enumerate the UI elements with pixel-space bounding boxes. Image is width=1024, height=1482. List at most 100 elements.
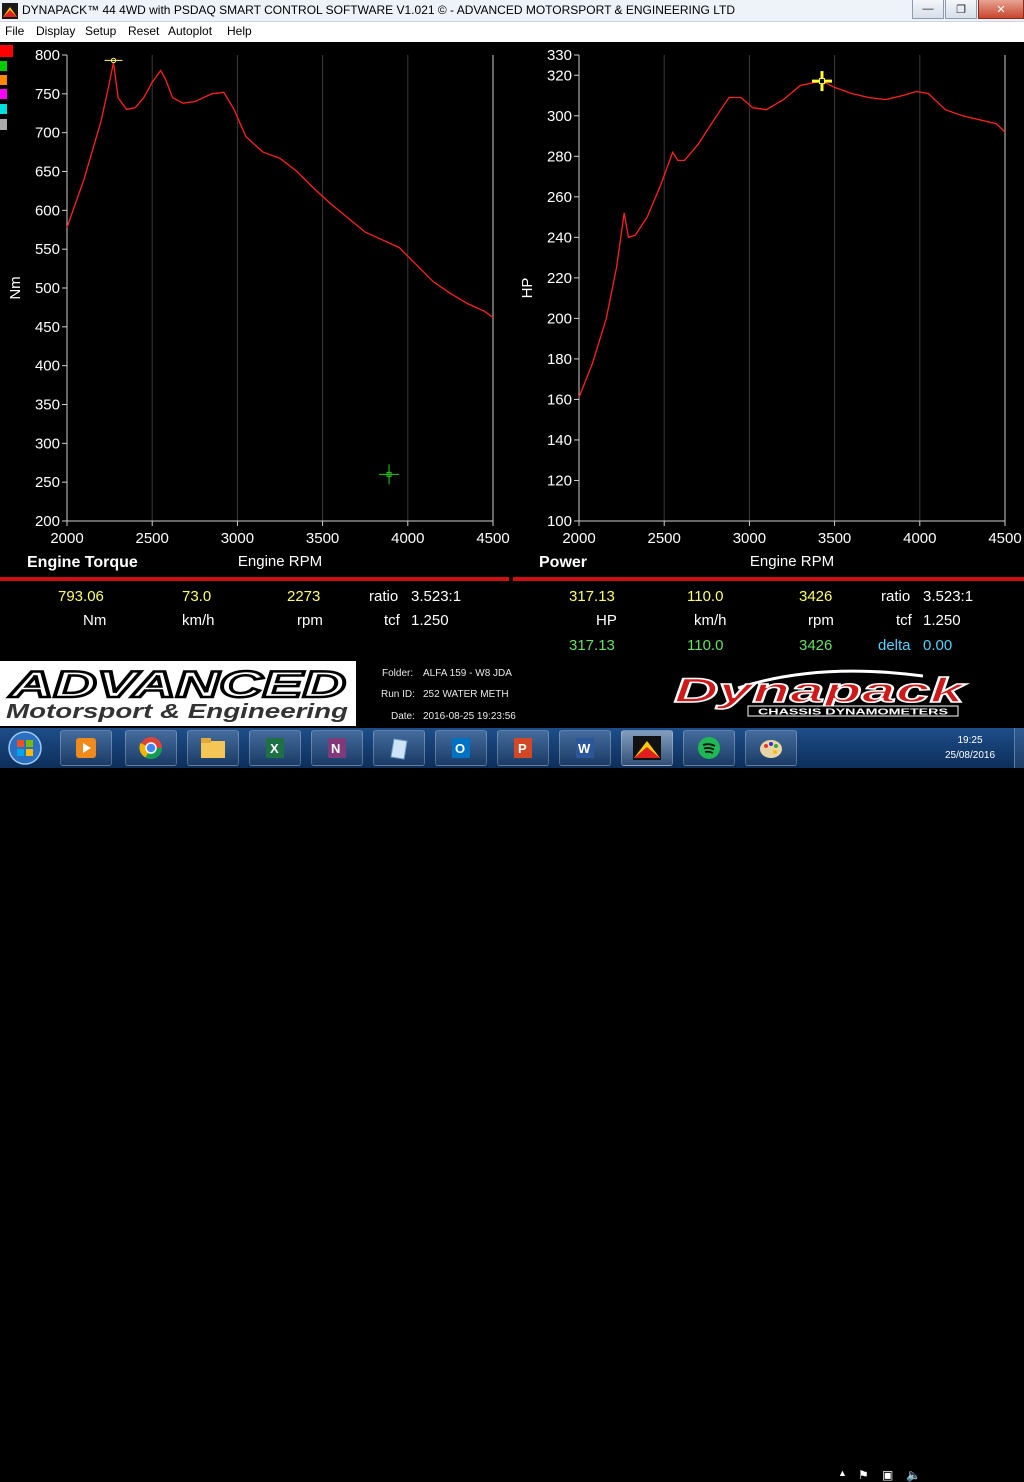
taskbar-notes[interactable]	[373, 730, 425, 766]
advanced-logo-graphic: ADVANCED Motorsport & Engineering	[6, 663, 348, 723]
power-rpm-unit: rpm	[808, 612, 834, 629]
menu-reset[interactable]: Reset	[128, 24, 159, 38]
power-rpm: 3426	[799, 588, 833, 605]
svg-text:O: O	[455, 741, 465, 756]
power-speed: 110.0	[687, 588, 724, 605]
y-tick-label: 120	[547, 472, 572, 489]
menu-help[interactable]: Help	[227, 24, 252, 38]
y-tick-label: 400	[35, 358, 60, 375]
y-tick-label: 140	[547, 432, 572, 449]
taskbar-onenote[interactable]: N	[311, 730, 363, 766]
y-tick-label: 700	[35, 125, 60, 142]
taskbar-explorer[interactable]	[187, 730, 239, 766]
spotify-icon	[698, 737, 720, 759]
power-tcf: 1.250	[923, 612, 961, 629]
y-tick-label: 200	[35, 513, 60, 530]
close-button[interactable]: ✕	[978, 0, 1024, 19]
menu-autoplot[interactable]: Autoplot	[168, 24, 212, 38]
x-tick-label: 4000	[903, 530, 936, 547]
peak-cursor-box	[818, 78, 825, 85]
y-tick-label: 300	[35, 435, 60, 452]
menu-setup[interactable]: Setup	[85, 24, 116, 38]
menu-display[interactable]: Display	[36, 24, 75, 38]
divider-gap	[509, 577, 513, 581]
y-tick-label: 180	[547, 351, 572, 368]
tray-expand-icon[interactable]: ▲	[838, 1468, 847, 1478]
power-speed-unit: km/h	[694, 612, 727, 629]
maximize-button[interactable]: ❐	[945, 0, 977, 19]
x-axis-label: Engine RPM	[750, 553, 834, 570]
taskbar-excel[interactable]: X	[249, 730, 301, 766]
taskbar-spotify[interactable]	[683, 730, 735, 766]
power-value-2: 317.13	[569, 637, 615, 654]
svg-text:X: X	[270, 741, 279, 756]
x-tick-label: 3500	[306, 530, 339, 547]
torque-rpm-unit: rpm	[297, 612, 323, 629]
taskbar-powerpoint[interactable]: P	[497, 730, 549, 766]
y-tick-label: 450	[35, 319, 60, 336]
power-rpm-2: 3426	[799, 637, 833, 654]
x-tick-label: 2000	[562, 530, 595, 547]
taskbar-paint[interactable]	[745, 730, 797, 766]
series-line	[578, 80, 1006, 398]
x-tick-label: 2500	[136, 530, 169, 547]
y-tick-label: 220	[547, 270, 572, 287]
dynapack-app-icon[interactable]	[2, 3, 18, 19]
plot-area: 3303203002802602402202001801601401201002…	[519, 47, 1022, 570]
torque-tcf: 1.250	[411, 612, 449, 629]
folder-label: Folder:	[382, 668, 414, 679]
y-tick-label: 600	[35, 202, 60, 219]
date-value: 2016-08-25 19:23:56	[423, 711, 516, 722]
torque-value: 793.06	[58, 588, 104, 605]
flag-icon[interactable]: ⚑	[858, 1468, 869, 1482]
y-tick-label: 800	[35, 47, 60, 64]
y-tick-label: 280	[547, 148, 572, 165]
y-tick-label: 260	[547, 189, 572, 206]
taskbar-outlook[interactable]: O	[435, 730, 487, 766]
power-chart[interactable]: 3303203002802602402202001801601401201002…	[512, 42, 1024, 578]
taskbar-word[interactable]: W	[559, 730, 611, 766]
dynapack-tagline: CHASSIS DYNAMOMETERS	[758, 708, 949, 717]
taskbar-chrome[interactable]	[125, 730, 177, 766]
torque-ratio: 3.523:1	[411, 588, 462, 605]
x-tick-label: 4500	[988, 530, 1021, 547]
y-tick-label: 160	[547, 391, 572, 408]
word-icon: W	[576, 738, 594, 758]
advanced-logo: ADVANCED Motorsport & Engineering	[0, 661, 356, 726]
start-orb-icon[interactable]	[6, 730, 44, 766]
y-tick-label: 300	[547, 108, 572, 125]
media-player-icon	[76, 738, 96, 758]
power-speed-2: 110.0	[687, 637, 724, 654]
y-tick-label: 330	[547, 47, 572, 64]
minimize-button[interactable]: —	[912, 0, 944, 19]
torque-unit: Nm	[83, 612, 107, 629]
y-tick-label: 550	[35, 241, 60, 258]
date-label: Date:	[391, 711, 415, 722]
volume-icon[interactable]: 🔈	[906, 1468, 921, 1482]
outlook-icon: O	[452, 738, 470, 758]
network-icon[interactable]: ▣	[882, 1468, 893, 1482]
svg-text:P: P	[518, 741, 527, 756]
menu-file[interactable]: File	[5, 24, 24, 38]
torque-ratio-label: ratio	[369, 588, 399, 605]
taskbar-clock[interactable]: 19:25 25/08/2016	[938, 733, 1002, 763]
show-desktop-button[interactable]	[1014, 728, 1024, 768]
torque-chart[interactable]: 8007507006506005505004504003503002502002…	[0, 42, 512, 578]
taskbar-media-player[interactable]	[60, 730, 112, 766]
power-delta: 0.00	[923, 637, 953, 654]
plot-area: 8007507006506005505004504003503002502002…	[7, 47, 510, 570]
power-ratio-label: ratio	[881, 588, 911, 605]
excel-icon: X	[266, 738, 284, 758]
power-unit: HP	[596, 612, 617, 629]
runid-label: Run ID:	[381, 689, 415, 700]
menu-bar: File Display Setup Reset Autoplot Help	[0, 22, 1024, 42]
power-panel-title: Power	[539, 554, 588, 571]
y-tick-label: 320	[547, 67, 572, 84]
taskbar-dynapack[interactable]	[621, 730, 673, 766]
x-tick-label: 3000	[221, 530, 254, 547]
x-tick-label: 2000	[50, 530, 83, 547]
x-axis-label: Engine RPM	[238, 553, 322, 570]
y-axis-label: HP	[519, 278, 536, 299]
svg-text:W: W	[578, 741, 591, 756]
series-line	[66, 62, 494, 319]
